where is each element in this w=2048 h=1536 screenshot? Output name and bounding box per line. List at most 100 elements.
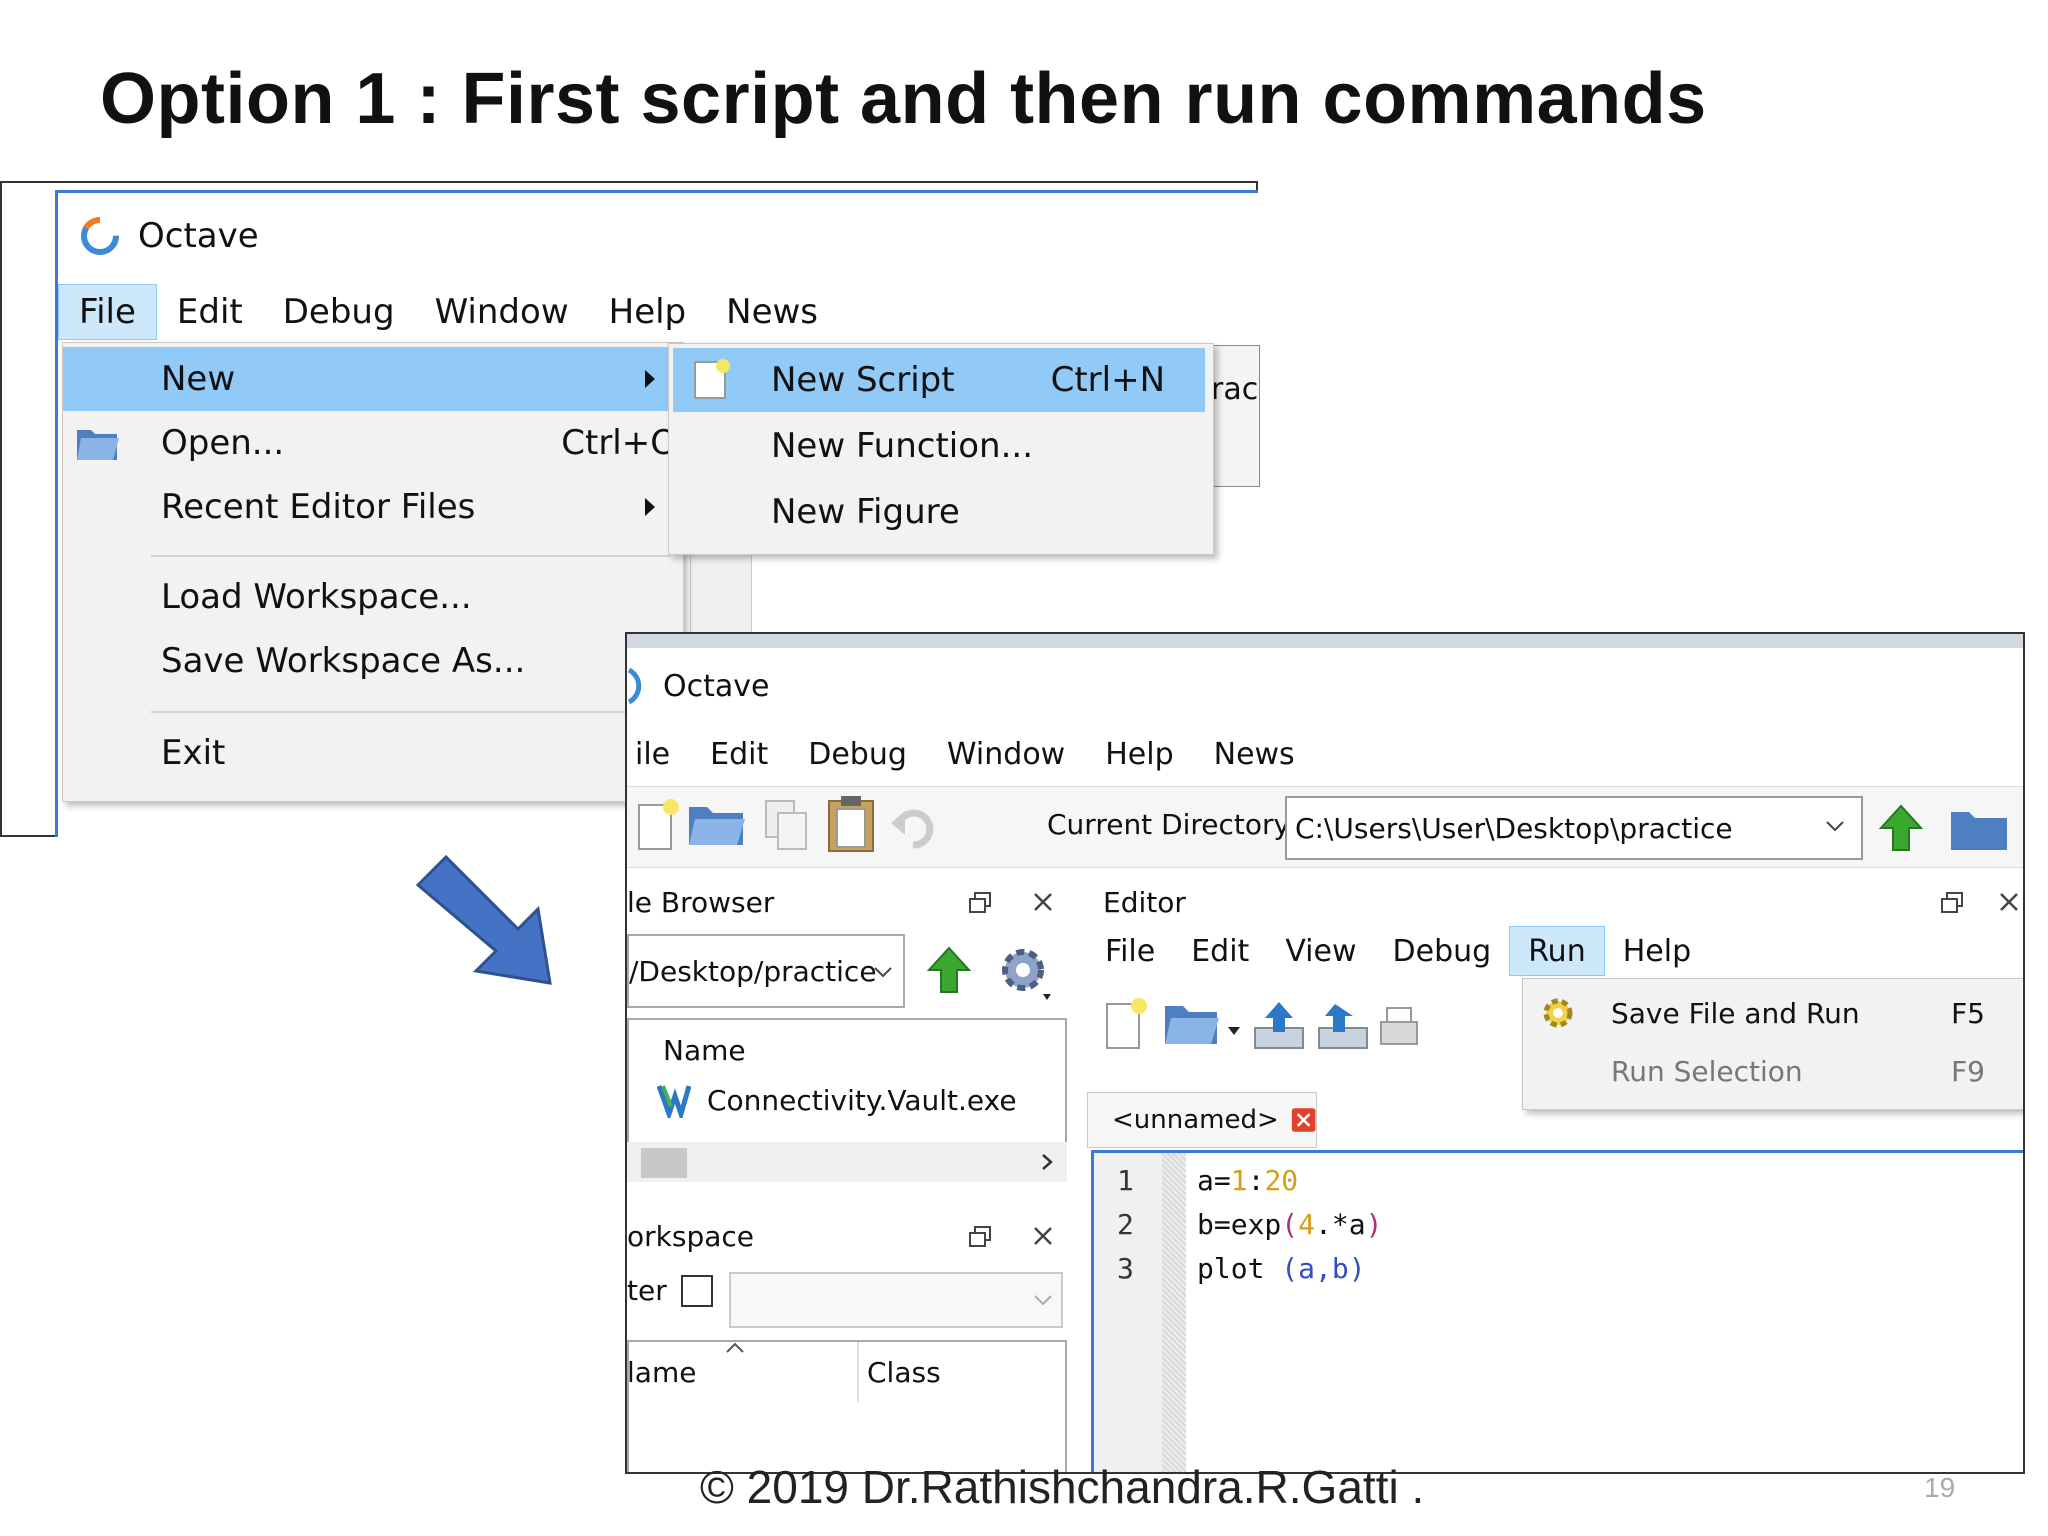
chevron-right-icon[interactable] bbox=[1037, 1152, 1057, 1172]
new-script-icon[interactable] bbox=[635, 797, 681, 853]
file-browser-path: /Desktop/practice bbox=[629, 954, 877, 988]
code-line-2[interactable]: b=exp(4.*a) bbox=[1197, 1208, 1382, 1241]
workspace-filter: ter bbox=[627, 1274, 713, 1307]
gear-icon[interactable] bbox=[993, 940, 1057, 1004]
close-icon[interactable] bbox=[1997, 890, 2021, 914]
column-header-class[interactable]: Class bbox=[867, 1356, 941, 1389]
line-number: 3 bbox=[1117, 1252, 1134, 1285]
column-header-name[interactable]: Name bbox=[663, 1034, 746, 1067]
folder-open-icon bbox=[77, 430, 119, 460]
chevron-down-icon bbox=[874, 967, 892, 978]
menu-file[interactable]: File bbox=[58, 284, 157, 340]
horizontal-scrollbar[interactable] bbox=[627, 1142, 1067, 1182]
tab-label: <unnamed> bbox=[1112, 1105, 1279, 1135]
run-menu-save-and-run[interactable]: Save File and Run F5 bbox=[1523, 985, 2023, 1041]
code-editor[interactable] bbox=[1091, 1150, 2023, 1472]
undo-icon[interactable] bbox=[889, 803, 939, 851]
open-folder-icon[interactable] bbox=[1163, 1002, 1221, 1048]
open-folder-icon[interactable] bbox=[687, 801, 747, 849]
undock-icon[interactable] bbox=[967, 1224, 993, 1250]
browse-folder-icon[interactable] bbox=[1949, 808, 2009, 854]
submenu-new-script[interactable]: New Script Ctrl+N bbox=[673, 348, 1205, 412]
list-item[interactable]: Connectivity.Vault.exe bbox=[657, 1082, 1017, 1118]
editor-menubar: File Edit View Debug Run Help bbox=[1087, 926, 1709, 976]
code-line-3[interactable]: plot (a,b) bbox=[1197, 1252, 1366, 1285]
submenu-arrow-icon bbox=[645, 498, 655, 516]
workspace-header: orkspace bbox=[627, 1214, 1067, 1258]
file-browser-path-combobox[interactable]: /Desktop/practice bbox=[627, 934, 905, 1008]
menu-separator bbox=[151, 711, 671, 713]
file-name: Connectivity.Vault.exe bbox=[707, 1083, 1017, 1117]
fold-margin bbox=[1162, 1153, 1186, 1472]
file-menu-exit[interactable]: Exit bbox=[63, 721, 683, 785]
editor-menu-debug[interactable]: Debug bbox=[1375, 926, 1510, 976]
menu-help[interactable]: Help bbox=[1085, 732, 1193, 776]
menu-item-shortcut: F5 bbox=[1951, 996, 1985, 1030]
parent-directory-icon[interactable] bbox=[1877, 802, 1925, 854]
column-header-name[interactable]: lame bbox=[627, 1356, 696, 1389]
editor-menu-edit[interactable]: Edit bbox=[1173, 926, 1267, 976]
menu-file[interactable]: ile bbox=[627, 732, 690, 776]
close-icon[interactable] bbox=[1031, 1224, 1055, 1248]
paste-icon[interactable] bbox=[823, 793, 879, 855]
line-number-gutter bbox=[1094, 1153, 1162, 1472]
footer-copyright: © 2019 Dr.Rathishchandra.R.Gatti . bbox=[700, 1461, 1425, 1513]
run-menu-run-selection[interactable]: Run Selection F9 bbox=[1523, 1043, 2023, 1099]
undock-icon[interactable] bbox=[1939, 890, 1965, 916]
file-menu-save-workspace[interactable]: Save Workspace As... bbox=[63, 629, 683, 693]
file-menu-open[interactable]: Open... Ctrl+O bbox=[63, 411, 683, 475]
print-icon[interactable] bbox=[1379, 1004, 1419, 1050]
menu-help[interactable]: Help bbox=[589, 284, 707, 340]
filter-checkbox[interactable] bbox=[680, 1274, 713, 1307]
submenu-new-function[interactable]: New Function... bbox=[673, 414, 1205, 478]
menu-item-label: Save File and Run bbox=[1611, 996, 1860, 1030]
line-number: 2 bbox=[1117, 1208, 1134, 1241]
executable-file-icon bbox=[657, 1085, 691, 1118]
menu-debug[interactable]: Debug bbox=[788, 732, 927, 776]
save-icon[interactable] bbox=[1251, 998, 1307, 1054]
editor-menu-help[interactable]: Help bbox=[1605, 926, 1709, 976]
editor-menu-view[interactable]: View bbox=[1267, 926, 1374, 976]
arrow-down-right-icon bbox=[415, 854, 552, 985]
file-browser-title: le Browser bbox=[627, 885, 775, 919]
menu-window[interactable]: Window bbox=[927, 732, 1085, 776]
close-tab-icon[interactable] bbox=[1291, 1105, 1316, 1135]
file-menu-load-workspace[interactable]: Load Workspace... bbox=[63, 565, 683, 629]
menu-debug[interactable]: Debug bbox=[263, 284, 415, 340]
line-number: 1 bbox=[1117, 1164, 1134, 1197]
menu-window[interactable]: Window bbox=[415, 284, 589, 340]
undock-icon[interactable] bbox=[967, 890, 993, 916]
scrollbar-thumb[interactable] bbox=[641, 1148, 687, 1178]
menu-separator bbox=[151, 555, 671, 557]
editor-toolbar bbox=[1087, 986, 1507, 1076]
parent-directory-icon[interactable] bbox=[925, 944, 973, 996]
menu-news[interactable]: News bbox=[706, 284, 838, 340]
menu-edit[interactable]: Edit bbox=[157, 284, 263, 340]
menu-news[interactable]: News bbox=[1194, 732, 1315, 776]
current-directory-combobox[interactable]: C:\Users\User\Desktop\practice bbox=[1285, 796, 1863, 860]
submenu-new-figure[interactable]: New Figure bbox=[673, 480, 1205, 544]
filter-input[interactable] bbox=[729, 1272, 1063, 1328]
column-divider bbox=[857, 1342, 859, 1402]
window-title: Octave bbox=[138, 216, 259, 256]
editor-menu-run[interactable]: Run bbox=[1509, 926, 1605, 976]
menu-item-label: New Function... bbox=[771, 426, 1034, 466]
window-title-bar: Octave bbox=[78, 208, 259, 264]
copy-icon[interactable] bbox=[762, 797, 812, 853]
dropdown-arrow-icon[interactable] bbox=[1227, 1026, 1241, 1036]
slide-number: 19 bbox=[1924, 1472, 1956, 1503]
new-script-icon[interactable] bbox=[1103, 996, 1149, 1052]
run-menu-dropdown: Save File and Run F5 Run Selection F9 bbox=[1522, 978, 2023, 1110]
menu-edit[interactable]: Edit bbox=[690, 732, 788, 776]
file-menu-new[interactable]: New bbox=[63, 347, 683, 411]
code-line-1[interactable]: a=1:20 bbox=[1197, 1164, 1298, 1197]
file-menu-recent-files[interactable]: Recent Editor Files bbox=[63, 475, 683, 539]
main-menubar: ile Edit Debug Window Help News bbox=[627, 732, 1315, 776]
close-icon[interactable] bbox=[1031, 890, 1055, 914]
file-menu-dropdown: New Open... Ctrl+O Recent Editor Files L… bbox=[62, 342, 684, 802]
menu-item-shortcut: Ctrl+O bbox=[561, 423, 677, 463]
editor-header: Editor bbox=[1087, 880, 2023, 924]
editor-tab[interactable]: <unnamed> bbox=[1087, 1092, 1317, 1148]
save-as-icon[interactable] bbox=[1315, 998, 1371, 1054]
editor-menu-file[interactable]: File bbox=[1087, 926, 1173, 976]
